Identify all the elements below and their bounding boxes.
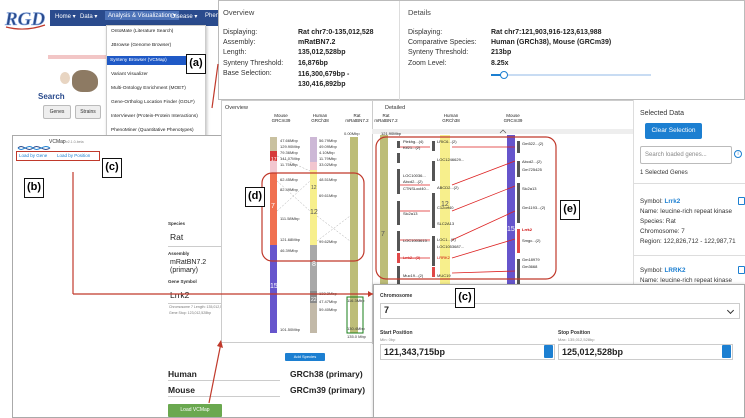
- figure-composite: RGD Home ▾ Data ▾ Analysis & Visualizati…: [0, 0, 745, 418]
- red-arrow: [208, 342, 222, 404]
- red-arrow: [211, 63, 219, 109]
- arrowhead: [217, 340, 223, 348]
- arrowhead: [368, 291, 373, 297]
- annotation-arrows: [72, 63, 373, 404]
